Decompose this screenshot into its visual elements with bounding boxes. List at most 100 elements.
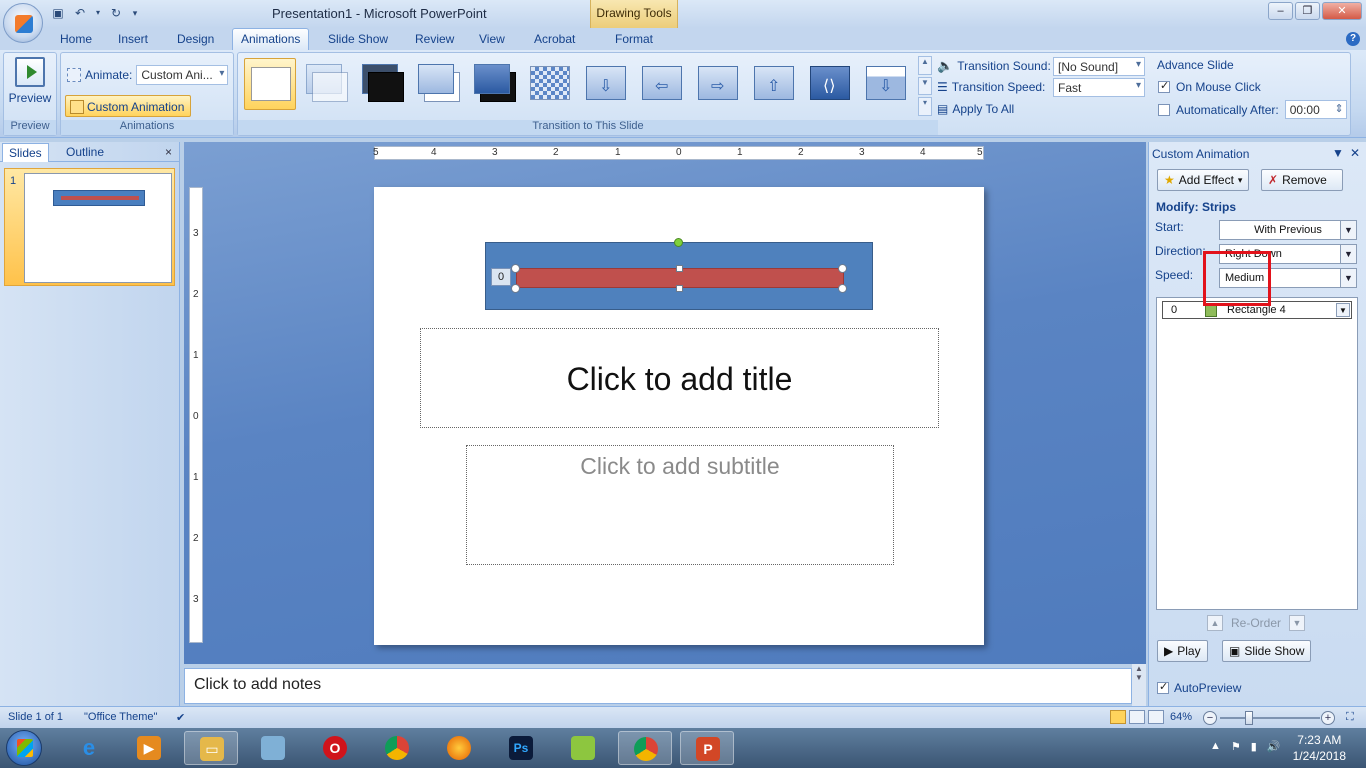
file-explorer-icon[interactable]: ▭ [184, 731, 238, 765]
zoom-slider[interactable] [1220, 717, 1320, 719]
tab-slide-show[interactable]: Slide Show [328, 32, 388, 46]
notes-pane[interactable]: Click to add notes [184, 668, 1132, 704]
title-placeholder[interactable]: Click to add title [420, 328, 939, 428]
help-icon[interactable]: ? [1346, 32, 1360, 46]
chrome-icon[interactable] [618, 731, 672, 765]
tab-format[interactable]: Format [615, 32, 653, 46]
move-up-icon[interactable]: ▲ [1207, 615, 1223, 631]
slide-show-button[interactable]: ▣ Slide Show [1222, 640, 1312, 662]
network-icon[interactable]: ▮ [1251, 740, 1257, 753]
start-select[interactable]: With Previous ▼ [1219, 220, 1357, 240]
start-button[interactable] [6, 730, 42, 766]
transition-sound-select[interactable]: [No Sound] [1053, 56, 1145, 76]
on-mouse-click-row[interactable]: On Mouse Click [1158, 79, 1261, 94]
zoom-level[interactable]: 64% [1170, 711, 1192, 723]
pane-menu-icon[interactable]: ▼ [1332, 146, 1344, 160]
move-down-icon[interactable]: ▼ [1289, 615, 1306, 631]
tab-review[interactable]: Review [415, 32, 454, 46]
chevron-down-icon[interactable]: ▼ [1336, 303, 1350, 317]
transition-split[interactable]: ⟨⟩ [804, 58, 856, 110]
transition-wipe-down-2[interactable]: ⇩ [860, 58, 912, 110]
tab-view[interactable]: View [479, 32, 505, 46]
auto-after-checkbox[interactable] [1158, 103, 1170, 116]
gallery-up-icon[interactable]: ▲ [918, 56, 932, 75]
transition-fade-black[interactable] [356, 58, 408, 110]
opera-icon[interactable]: O [308, 731, 362, 765]
tab-slides[interactable]: Slides [2, 143, 49, 162]
on-mouse-click-checkbox[interactable] [1158, 79, 1170, 93]
zoom-in-icon[interactable]: + [1321, 711, 1335, 725]
theme-name[interactable]: "Office Theme" [84, 711, 157, 723]
fit-window-icon[interactable]: ⛶ [1346, 711, 1354, 724]
transition-wipe-down[interactable]: ⇩ [580, 58, 632, 110]
remove-button[interactable]: ✗ Remove [1261, 169, 1343, 191]
tab-insert[interactable]: Insert [118, 32, 148, 46]
transition-cut[interactable] [412, 58, 464, 110]
transition-wipe-right[interactable]: ⇨ [692, 58, 744, 110]
zoom-slider-thumb[interactable] [1245, 711, 1253, 725]
close-button[interactable]: ✕ [1322, 2, 1362, 20]
auto-after-input[interactable]: 00:00 [1284, 100, 1347, 119]
add-effect-button[interactable]: ★ Add Effect ▾ [1157, 169, 1250, 191]
normal-view-icon[interactable] [1110, 710, 1126, 724]
animation-order-tag[interactable]: 0 [491, 268, 511, 286]
chrome-icon[interactable] [370, 731, 424, 765]
gallery-down-icon[interactable]: ▼ [918, 76, 932, 96]
transition-none[interactable] [244, 58, 296, 110]
autopreview-row[interactable]: AutoPreview [1157, 680, 1241, 695]
tab-home[interactable]: Home [60, 32, 92, 46]
clock[interactable]: 7:23 AM 1/24/2018 [1293, 732, 1346, 764]
zoom-out-icon[interactable]: − [1203, 711, 1217, 725]
custom-animation-button[interactable]: Custom Animation [65, 95, 192, 117]
slide-thumbnail-1[interactable]: 1 [4, 168, 175, 286]
tab-outline[interactable]: Outline [60, 143, 110, 162]
tab-animations[interactable]: Animations [232, 28, 310, 50]
resize-handle[interactable] [676, 285, 683, 292]
play-button[interactable]: ▶ Play [1157, 640, 1208, 662]
resize-handle[interactable] [511, 264, 520, 273]
maximize-button[interactable]: ❐ [1295, 2, 1320, 20]
firefox-icon[interactable] [432, 731, 486, 765]
photoshop-icon[interactable]: Ps [494, 731, 548, 765]
resize-handle[interactable] [838, 264, 847, 273]
save-icon[interactable]: ▣ [50, 5, 66, 21]
panel-close-icon[interactable]: × [165, 145, 172, 159]
customize-qat-icon[interactable]: ▾ [130, 5, 140, 21]
redo-icon[interactable]: ↻ [108, 5, 124, 21]
undo-dropdown-icon[interactable]: ▾ [94, 5, 102, 21]
transition-speed-select[interactable]: Fast [1053, 77, 1145, 97]
office-button[interactable] [3, 3, 43, 43]
slideshow-view-icon[interactable] [1148, 710, 1164, 724]
slide-sorter-icon[interactable] [1129, 710, 1145, 724]
autopreview-checkbox[interactable] [1157, 680, 1169, 694]
resize-handle[interactable] [676, 265, 683, 272]
tab-design[interactable]: Design [177, 32, 214, 46]
rotate-handle[interactable] [674, 238, 683, 247]
transition-wipe-up[interactable]: ⇧ [748, 58, 800, 110]
green-app-icon[interactable] [556, 731, 610, 765]
minimize-button[interactable]: – [1268, 2, 1293, 20]
transition-cut-black[interactable] [468, 58, 520, 110]
undo-icon[interactable]: ↶ [72, 5, 88, 21]
spellcheck-icon[interactable]: ✔ [176, 711, 185, 724]
tab-acrobat[interactable]: Acrobat [534, 32, 575, 46]
resize-handle[interactable] [511, 284, 520, 293]
volume-icon[interactable]: 🔊 [1267, 740, 1281, 753]
transition-wipe-left[interactable]: ⇦ [636, 58, 688, 110]
subtitle-placeholder[interactable]: Click to add subtitle [466, 445, 894, 565]
tray-arrow-icon[interactable]: ▲ [1210, 740, 1221, 753]
notes-app-icon[interactable] [246, 731, 300, 765]
gallery-more-icon[interactable]: ▾ [918, 97, 932, 117]
action-center-icon[interactable]: ⚑ [1231, 740, 1241, 753]
transition-fade-smoothly[interactable] [300, 58, 352, 110]
blue-rectangle-shape[interactable]: 0 [485, 242, 873, 310]
notes-scrollbar[interactable]: ▲ ▼ [1132, 664, 1146, 706]
media-player-icon[interactable]: ▶ [122, 731, 176, 765]
apply-all-button[interactable]: ▤ Apply To All [937, 102, 1014, 116]
slide-canvas[interactable]: 0 Click to add title Click to add subtit… [374, 187, 984, 645]
preview-button[interactable]: Preview [8, 57, 52, 105]
powerpoint-icon[interactable]: P [680, 731, 734, 765]
animate-select[interactable]: Custom Ani... [136, 65, 229, 85]
internet-explorer-icon[interactable]: e [62, 731, 116, 765]
pane-close-icon[interactable]: ✕ [1350, 146, 1360, 160]
